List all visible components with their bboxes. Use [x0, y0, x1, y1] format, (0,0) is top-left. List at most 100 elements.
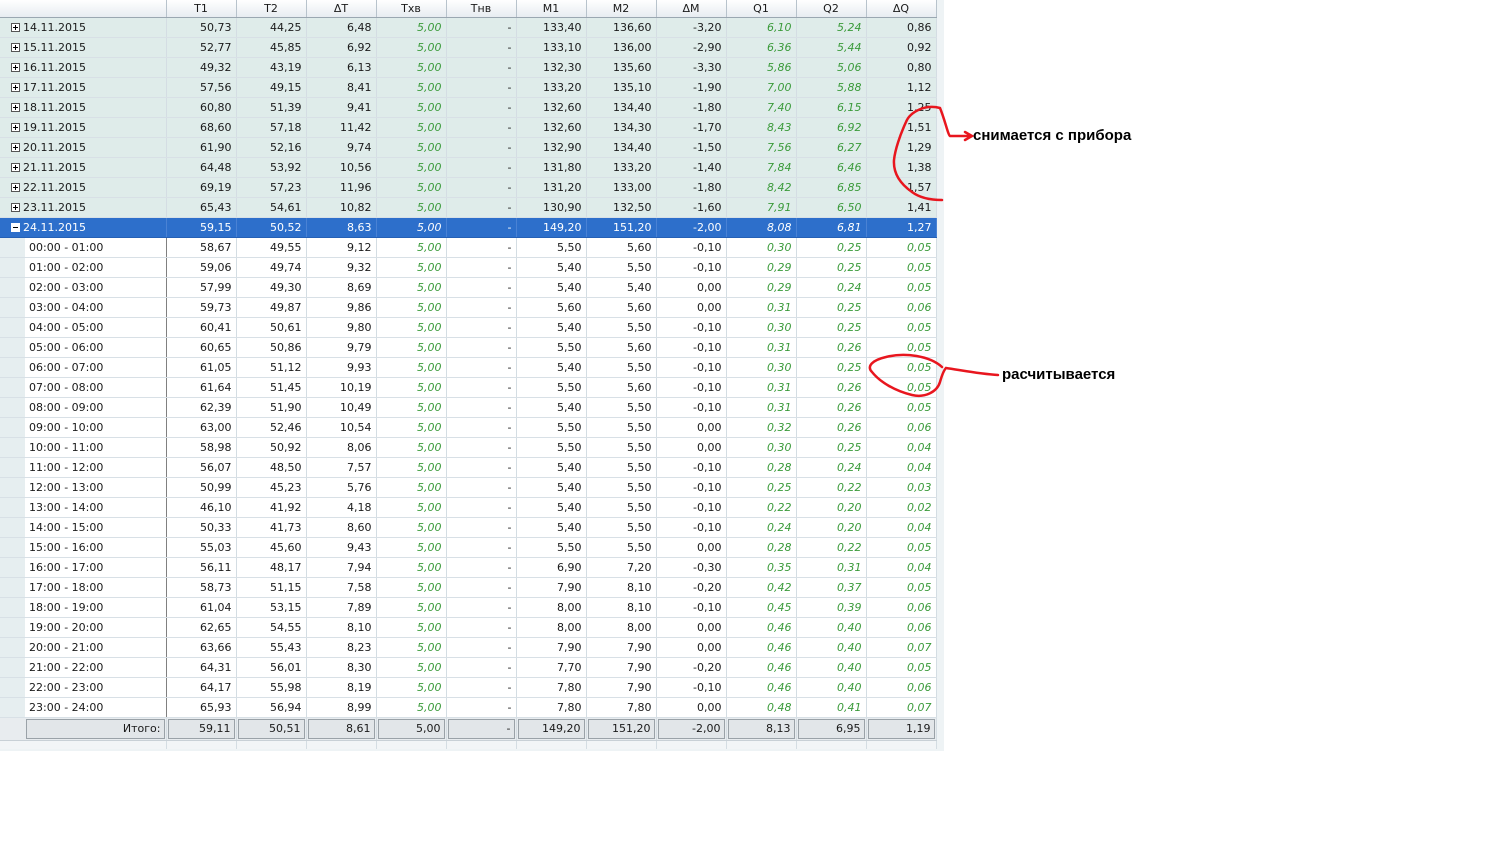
cell-q2[interactable]: 0,20 — [796, 497, 867, 518]
hour-interval[interactable]: 06:00 - 07:00 — [0, 357, 167, 378]
cell-delta-t[interactable]: 9,12 — [306, 237, 377, 258]
cell-m2[interactable]: 136,00 — [586, 37, 657, 58]
cell-delta-q[interactable]: 0,05 — [866, 377, 937, 398]
cell-m1[interactable]: 5,40 — [516, 497, 587, 518]
cell-delta-t[interactable]: 11,42 — [306, 117, 377, 138]
column-header[interactable]: M2 — [586, 0, 657, 18]
cell-t2[interactable]: 50,52 — [236, 217, 307, 238]
cell-m2[interactable]: 5,50 — [586, 397, 657, 418]
cell-q1[interactable]: 7,84 — [726, 157, 797, 178]
cell-t1[interactable]: 62,65 — [166, 617, 237, 638]
cell-m2[interactable]: 5,50 — [586, 417, 657, 438]
cell-t2[interactable]: 52,46 — [236, 417, 307, 438]
cell-t2[interactable]: 41,73 — [236, 517, 307, 538]
expand-icon[interactable] — [11, 163, 20, 172]
cell-t1[interactable]: 65,93 — [166, 697, 237, 718]
cell-tхв[interactable]: 5,00 — [376, 257, 447, 278]
cell-tнв[interactable]: - — [446, 577, 517, 598]
cell-q1[interactable]: 8,43 — [726, 117, 797, 138]
cell-delta-t[interactable]: 7,94 — [306, 557, 377, 578]
cell-delta-t[interactable]: 8,99 — [306, 697, 377, 718]
cell-t1[interactable]: 69,19 — [166, 177, 237, 198]
cell-tнв[interactable]: - — [446, 477, 517, 498]
cell-q1[interactable]: 7,56 — [726, 137, 797, 158]
cell-tнв[interactable]: - — [446, 617, 517, 638]
cell-q2[interactable]: 6,81 — [796, 217, 867, 238]
cell-tхв[interactable]: 5,00 — [376, 537, 447, 558]
cell-q2[interactable]: 0,41 — [796, 697, 867, 718]
cell-tнв[interactable]: - — [446, 397, 517, 418]
cell-delta-t[interactable]: 7,89 — [306, 597, 377, 618]
cell-m2[interactable]: 134,30 — [586, 117, 657, 138]
cell-q1[interactable]: 0,48 — [726, 697, 797, 718]
day-cell[interactable]: 14.11.2015 — [0, 17, 167, 38]
cell-t1[interactable]: 62,39 — [166, 397, 237, 418]
cell-tнв[interactable]: - — [446, 317, 517, 338]
cell-t1[interactable]: 52,77 — [166, 37, 237, 58]
cell-t2[interactable]: 51,90 — [236, 397, 307, 418]
cell-tхв[interactable]: 5,00 — [376, 617, 447, 638]
cell-t1[interactable]: 61,90 — [166, 137, 237, 158]
cell-delta-t[interactable]: 9,43 — [306, 537, 377, 558]
column-header[interactable]: ΔQ — [866, 0, 937, 18]
cell-t2[interactable]: 49,55 — [236, 237, 307, 258]
cell-delta-q[interactable]: 0,04 — [866, 437, 937, 458]
cell-t2[interactable]: 51,12 — [236, 357, 307, 378]
cell-delta-m[interactable]: -0,10 — [656, 517, 727, 538]
cell-m1[interactable]: 133,20 — [516, 77, 587, 98]
cell-delta-m[interactable]: -3,30 — [656, 57, 727, 78]
cell-q2[interactable]: 0,31 — [796, 557, 867, 578]
cell-delta-q[interactable]: 0,07 — [866, 637, 937, 658]
day-cell[interactable]: 16.11.2015 — [0, 57, 167, 78]
cell-t1[interactable]: 60,41 — [166, 317, 237, 338]
table-row-hour[interactable]: 22:00 - 23:00 64,17 55,98 8,19 5,00-7,80 7,90… — [0, 677, 937, 698]
cell-t1[interactable]: 64,31 — [166, 657, 237, 678]
cell-q2[interactable]: 0,24 — [796, 277, 867, 298]
table-row-hour[interactable]: 21:00 - 22:00 64,31 56,01 8,30 5,00-7,70 7,90… — [0, 657, 937, 678]
cell-delta-q[interactable]: 1,38 — [866, 157, 937, 178]
column-header[interactable]: Q1 — [726, 0, 797, 18]
cell-delta-m[interactable]: -1,40 — [656, 157, 727, 178]
table-row-hour[interactable]: 11:00 - 12:00 56,07 48,50 7,57 5,00-5,40 5,50… — [0, 457, 937, 478]
cell-tхв[interactable]: 5,00 — [376, 397, 447, 418]
cell-q1[interactable]: 0,46 — [726, 677, 797, 698]
cell-q2[interactable]: 0,25 — [796, 257, 867, 278]
cell-q2[interactable]: 5,06 — [796, 57, 867, 78]
cell-t2[interactable]: 43,19 — [236, 57, 307, 78]
data-grid[interactable]: T1 T2 ΔT Tхв Tнв M1 M2 ΔM Q1 Q2 ΔQ 14.11… — [0, 0, 944, 751]
cell-m2[interactable]: 5,60 — [586, 337, 657, 358]
cell-m2[interactable]: 5,50 — [586, 317, 657, 338]
cell-m1[interactable]: 5,40 — [516, 317, 587, 338]
cell-tхв[interactable]: 5,00 — [376, 497, 447, 518]
cell-q1[interactable]: 7,00 — [726, 77, 797, 98]
cell-t2[interactable]: 45,60 — [236, 537, 307, 558]
cell-m1[interactable]: 132,90 — [516, 137, 587, 158]
cell-t2[interactable]: 53,15 — [236, 597, 307, 618]
cell-delta-q[interactable]: 0,05 — [866, 357, 937, 378]
cell-t1[interactable]: 49,32 — [166, 57, 237, 78]
cell-q2[interactable]: 0,22 — [796, 537, 867, 558]
cell-tхв[interactable]: 5,00 — [376, 177, 447, 198]
cell-delta-m[interactable]: 0,00 — [656, 437, 727, 458]
cell-tхв[interactable]: 5,00 — [376, 477, 447, 498]
cell-q1[interactable]: 0,32 — [726, 417, 797, 438]
expand-icon[interactable] — [11, 23, 20, 32]
table-row-hour[interactable]: 14:00 - 15:00 50,33 41,73 8,60 5,00-5,40 5,50… — [0, 517, 937, 538]
cell-tнв[interactable]: - — [446, 597, 517, 618]
cell-t1[interactable]: 61,05 — [166, 357, 237, 378]
cell-delta-m[interactable]: -0,30 — [656, 557, 727, 578]
table-row-hour[interactable]: 07:00 - 08:00 61,64 51,45 10,19 5,00-5,50 5,6… — [0, 377, 937, 398]
cell-t2[interactable]: 57,18 — [236, 117, 307, 138]
cell-q2[interactable]: 6,15 — [796, 97, 867, 118]
cell-q1[interactable]: 5,86 — [726, 57, 797, 78]
cell-delta-m[interactable]: 0,00 — [656, 697, 727, 718]
cell-delta-m[interactable]: -0,20 — [656, 657, 727, 678]
cell-delta-m[interactable]: -0,10 — [656, 257, 727, 278]
cell-delta-t[interactable]: 7,57 — [306, 457, 377, 478]
cell-m2[interactable]: 5,40 — [586, 277, 657, 298]
cell-m2[interactable]: 5,50 — [586, 497, 657, 518]
cell-delta-m[interactable]: -0,10 — [656, 457, 727, 478]
cell-tхв[interactable]: 5,00 — [376, 117, 447, 138]
cell-tхв[interactable]: 5,00 — [376, 517, 447, 538]
cell-t1[interactable]: 60,80 — [166, 97, 237, 118]
